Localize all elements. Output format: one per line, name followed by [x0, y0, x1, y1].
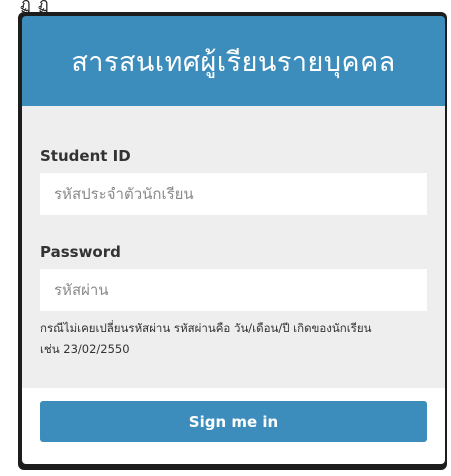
password-hint: กรณีไม่เคยเปลี่ยนรหัสผ่าน รหัสผ่านคือ วั… — [40, 318, 435, 360]
login-header: สารสนเทศผู้เรียนรายบุคคล — [22, 16, 445, 106]
password-input[interactable] — [40, 269, 427, 311]
password-hint-line-1: กรณีไม่เคยเปลี่ยนรหัสผ่าน รหัสผ่านคือ วั… — [40, 321, 372, 335]
student-id-input[interactable] — [40, 173, 427, 215]
password-label: Password — [40, 243, 121, 261]
page-title: สารสนเทศผู้เรียนรายบุคคล — [71, 46, 396, 78]
password-hint-line-2: เช่น 23/02/2550 — [40, 342, 130, 356]
student-id-label: Student ID — [40, 147, 131, 165]
sign-in-button[interactable]: Sign me in — [40, 401, 427, 442]
